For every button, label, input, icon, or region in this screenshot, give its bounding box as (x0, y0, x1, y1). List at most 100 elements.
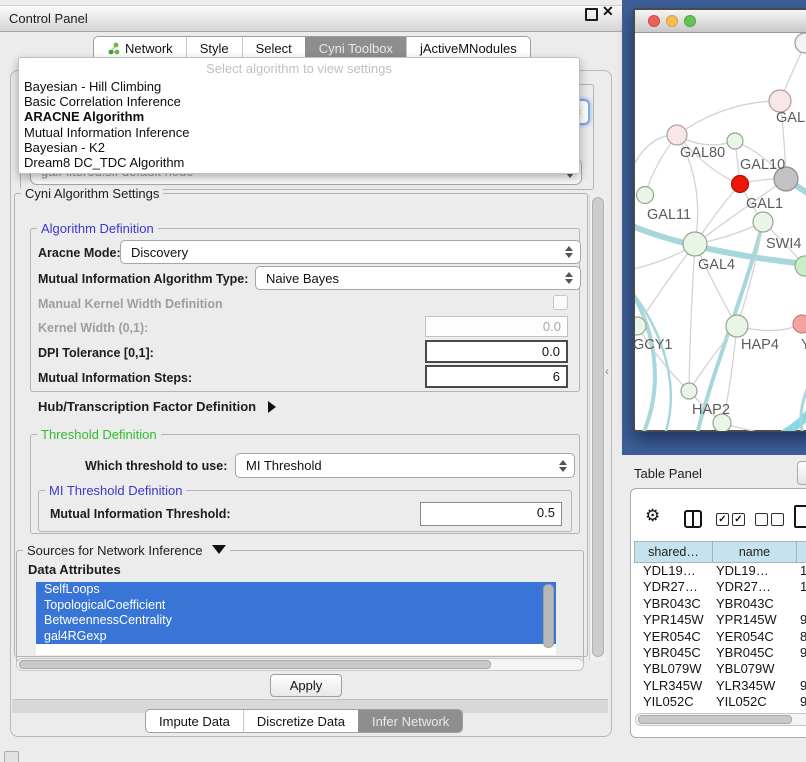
network-node-pink[interactable] (769, 90, 791, 112)
control-panel-titlebar: Control Panel (0, 5, 622, 32)
table-header-row[interactable]: shared…nameA (634, 541, 806, 563)
attribute-list-item[interactable]: BetweennessCentrality (36, 613, 556, 629)
dropdown-item[interactable]: Bayesian - Hill Climbing (24, 79, 579, 94)
network-edge[interactable] (677, 101, 780, 135)
network-node-pink[interactable] (667, 125, 687, 145)
table-row[interactable]: YIL052CYIL052C9 (634, 694, 806, 710)
aracne-mode-label: Aracne Mode: (38, 246, 121, 260)
network-node-green[interactable] (683, 232, 707, 256)
table-row[interactable]: YBL079WYBL079W (634, 661, 806, 677)
table-body[interactable]: YDL19…YDL19…13YDR27…YDR27…12YBR043CYBR04… (634, 563, 806, 712)
table-row[interactable]: YBR045CYBR045C9. (634, 645, 806, 661)
apply-button[interactable]: Apply (270, 674, 342, 697)
which-threshold-label: Which threshold to use: (85, 459, 227, 473)
panel-collapse-handle[interactable]: ‹ (605, 364, 609, 378)
stepper-icon (559, 460, 567, 472)
network-view-window: GAL80GAL10GALGAL1GAL11SWI4GAL4GCY1HAP4YH… (633, 8, 806, 432)
gear-icon[interactable]: ⚙ (645, 506, 660, 526)
split-columns-icon[interactable] (684, 510, 702, 528)
mi-steps-field[interactable]: 6 (425, 365, 568, 388)
tab-jactivemnodules[interactable]: jActiveMNodules (406, 37, 530, 59)
algorithm-definition-title: Algorithm Definition (37, 221, 158, 236)
dropdown-item[interactable]: Dream8 DC_TDC Algorithm (24, 155, 579, 170)
unchecked-box-icon[interactable] (771, 513, 784, 526)
network-node-green[interactable] (681, 383, 697, 399)
network-node-green[interactable] (726, 315, 748, 337)
float-window-icon[interactable] (585, 8, 598, 21)
table-row[interactable]: YBR043CYBR043C (634, 596, 806, 612)
aracne-mode-value: Discovery (131, 245, 188, 260)
which-threshold-combobox[interactable]: MI Threshold (235, 453, 575, 478)
network-edge[interactable] (637, 326, 689, 391)
table-row[interactable]: YLR345WYLR345W9. (634, 678, 806, 694)
network-node-red[interactable] (732, 176, 749, 193)
dropdown-item[interactable]: Mutual Information Inference (24, 125, 579, 140)
list-vertical-scrollbar[interactable] (543, 584, 554, 648)
column-header-a[interactable]: A (796, 541, 806, 563)
network-graph[interactable]: GAL80GAL10GALGAL1GAL11SWI4GAL4GCY1HAP4YH… (635, 33, 806, 431)
network-node-green[interactable] (727, 133, 743, 149)
checked-box-icon[interactable]: ✓ (716, 513, 729, 526)
network-edge[interactable] (635, 283, 655, 431)
network-edge[interactable] (637, 244, 695, 326)
aracne-mode-combobox[interactable]: Discovery (120, 240, 581, 264)
network-node-green[interactable] (637, 187, 654, 204)
expand-down-icon[interactable] (212, 545, 226, 554)
zoom-traffic-light-icon[interactable] (684, 15, 696, 27)
tab-impute-data[interactable]: Impute Data (146, 710, 243, 732)
dropdown-item[interactable]: Basic Correlation Inference (24, 94, 579, 109)
manual-kernel-checkbox[interactable] (553, 295, 568, 310)
tab-discretize-data[interactable]: Discretize Data (243, 710, 358, 732)
cell-shared-name: YBR043C (634, 596, 716, 612)
hub-expander[interactable]: Hub/Transcription Factor Definition (38, 399, 276, 414)
network-node-green2[interactable] (795, 256, 806, 276)
unchecked-box-icon[interactable] (755, 513, 768, 526)
tab-infer-network[interactable]: Infer Network (358, 710, 462, 732)
tab-style[interactable]: Style (186, 37, 242, 59)
settings-horizontal-scrollbar[interactable] (16, 658, 584, 671)
dock-panel-icon[interactable] (4, 751, 19, 762)
attribute-list-item[interactable]: TopologicalCoefficient (36, 598, 556, 614)
attribute-list-item[interactable]: SelfLoops (36, 582, 556, 598)
mi-threshold-field[interactable]: 0.5 (420, 502, 562, 526)
checked-box-icon[interactable]: ✓ (732, 513, 745, 526)
dpi-tolerance-field[interactable]: 0.0 (425, 340, 568, 363)
table-panel-button[interactable] (797, 461, 806, 485)
new-file-icon[interactable] (794, 505, 806, 528)
network-window-titlebar[interactable] (635, 10, 806, 33)
cell-name: YBL079W (716, 661, 796, 677)
network-edge[interactable] (689, 244, 695, 391)
dpi-tolerance-label: DPI Tolerance [0,1]: (38, 346, 154, 360)
node-label-gal80: GAL80 (680, 145, 725, 161)
which-threshold-value: MI Threshold (246, 458, 322, 473)
table-row[interactable]: YDL19…YDL19…13 (634, 563, 806, 579)
node-label-gal1: GAL1 (746, 196, 783, 212)
network-node-green[interactable] (753, 212, 773, 232)
dropdown-item[interactable]: Bayesian - K2 (24, 140, 579, 155)
tab-network[interactable]: Network (94, 37, 186, 59)
network-node-white[interactable] (795, 33, 806, 53)
stepper-icon (565, 246, 573, 258)
sources-group-title: Sources for Network Inference (23, 543, 230, 558)
network-node-salmon[interactable] (793, 315, 806, 333)
tab-cyni-toolbox[interactable]: Cyni Toolbox (305, 37, 406, 59)
column-header-name[interactable]: name (712, 541, 796, 563)
settings-vertical-scrollbar[interactable] (589, 195, 606, 661)
cell-shared-name: YBR045C (634, 645, 716, 661)
table-horizontal-scrollbar[interactable] (635, 713, 806, 726)
minimize-traffic-light-icon[interactable] (666, 15, 678, 27)
attribute-list-item[interactable]: gal4RGexp (36, 629, 556, 645)
tab-select[interactable]: Select (242, 37, 305, 59)
network-edge[interactable] (783, 363, 806, 431)
column-header-shared[interactable]: shared… (634, 541, 712, 563)
tab-label: Network (125, 41, 173, 56)
cell-name: YDL19… (716, 563, 796, 579)
table-row[interactable]: YDR27…YDR27…12 (634, 579, 806, 595)
table-row[interactable]: YPR145WYPR145W9. (634, 612, 806, 628)
mi-type-combobox[interactable]: Naive Bayes (255, 266, 581, 290)
close-traffic-light-icon[interactable] (648, 15, 660, 27)
close-icon[interactable]: ✕ (602, 3, 614, 20)
dropdown-item[interactable]: ARACNE Algorithm (24, 109, 579, 124)
table-row[interactable]: YER054CYER054C8. (634, 629, 806, 645)
data-attributes-list[interactable]: SelfLoopsTopologicalCoefficientBetweenne… (36, 582, 556, 655)
